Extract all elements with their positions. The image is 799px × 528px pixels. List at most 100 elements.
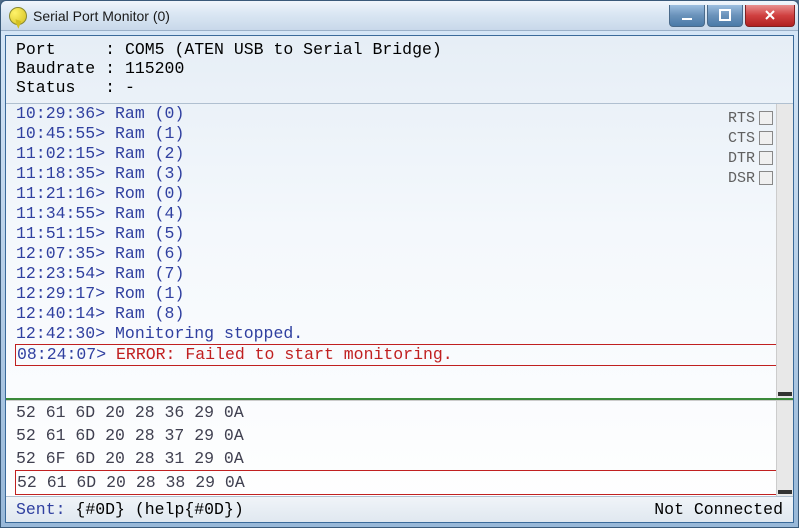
log-sep: > — [95, 264, 115, 283]
app-window: Serial Port Monitor (0) Port : COM5 (ATE… — [0, 0, 799, 528]
log-sep: > — [95, 244, 115, 263]
log-message: Ram (6) — [115, 244, 184, 263]
app-icon — [9, 7, 27, 25]
minimize-icon — [680, 8, 694, 22]
log-message: Monitoring stopped. — [115, 324, 303, 343]
log-line: 10:45:55> Ram (1) — [16, 124, 783, 144]
baud-label: Baudrate — [16, 59, 105, 78]
log-sep: > — [95, 284, 115, 303]
log-sep: > — [96, 345, 116, 364]
maximize-button[interactable] — [707, 5, 743, 27]
log-sep: > — [95, 104, 115, 123]
signal-panel: RTS CTS DTR DSR — [728, 108, 773, 188]
log-message: Ram (3) — [115, 164, 184, 183]
rts-row: RTS — [728, 108, 773, 128]
log-sep: > — [95, 224, 115, 243]
log-message: Ram (7) — [115, 264, 184, 283]
log-timestamp: 12:40:14 — [16, 304, 95, 323]
close-button[interactable] — [745, 5, 795, 27]
log-sep: > — [95, 324, 115, 343]
hex-scrollbar[interactable] — [776, 401, 793, 496]
connection-info: Port : COM5 (ATEN USB to Serial Bridge) … — [6, 36, 793, 104]
baud-row: Baudrate : 115200 — [16, 59, 783, 78]
log-line: 11:18:35> Ram (3) — [16, 164, 783, 184]
log-message: Ram (0) — [115, 104, 184, 123]
log-timestamp: 08:24:07 — [17, 345, 96, 364]
log-sep: > — [95, 184, 115, 203]
log-timestamp: 12:07:35 — [16, 244, 95, 263]
titlebar[interactable]: Serial Port Monitor (0) — [1, 1, 798, 31]
log-sep: > — [95, 204, 115, 223]
close-icon — [763, 8, 777, 22]
log-line: 11:51:15> Ram (5) — [16, 224, 783, 244]
log-message: Rom (1) — [115, 284, 184, 303]
log-sep: > — [95, 124, 115, 143]
log-line: 10:29:36> Ram (0) — [16, 104, 783, 124]
log-timestamp: 12:42:30 — [16, 324, 95, 343]
log-area[interactable]: 10:29:36> Ram (0)10:45:55> Ram (1)11:02:… — [6, 104, 793, 400]
log-scrollbar[interactable] — [776, 104, 793, 398]
minimize-button[interactable] — [669, 5, 705, 27]
cts-label: CTS — [728, 130, 755, 147]
status-row: Status : - — [16, 78, 783, 97]
scrollbar-mark — [778, 490, 792, 494]
log-timestamp: 12:29:17 — [16, 284, 95, 303]
baud-value: 115200 — [125, 59, 184, 78]
port-row: Port : COM5 (ATEN USB to Serial Bridge) — [16, 40, 783, 59]
hex-area[interactable]: 52 61 6D 20 28 36 29 0A52 61 6D 20 28 37… — [6, 400, 793, 496]
log-sep: > — [95, 304, 115, 323]
maximize-icon — [718, 8, 732, 22]
sent-value: {#0D} (help{#0D}) — [75, 500, 243, 519]
log-lines: 10:29:36> Ram (0)10:45:55> Ram (1)11:02:… — [6, 104, 793, 366]
cts-row: CTS — [728, 128, 773, 148]
dsr-label: DSR — [728, 170, 755, 187]
sent-label: Sent: — [16, 500, 66, 519]
log-line: 12:07:35> Ram (6) — [16, 244, 783, 264]
log-line: 12:23:54> Ram (7) — [16, 264, 783, 284]
hex-line: 52 61 6D 20 28 38 29 0A — [15, 470, 784, 495]
dtr-row: DTR — [728, 148, 773, 168]
window-title: Serial Port Monitor (0) — [33, 8, 667, 24]
log-timestamp: 10:29:36 — [16, 104, 95, 123]
log-message: ERROR: Failed to start monitoring. — [116, 345, 453, 364]
log-timestamp: 11:18:35 — [16, 164, 95, 183]
window-controls — [667, 5, 795, 27]
hex-lines: 52 61 6D 20 28 36 29 0A52 61 6D 20 28 37… — [6, 401, 793, 495]
log-timestamp: 11:02:15 — [16, 144, 95, 163]
log-timestamp: 12:23:54 — [16, 264, 95, 283]
hex-line: 52 61 6D 20 28 37 29 0A — [16, 424, 783, 447]
log-line: 08:24:07> ERROR: Failed to start monitor… — [15, 344, 784, 366]
dsr-row: DSR — [728, 168, 773, 188]
dtr-label: DTR — [728, 150, 755, 167]
log-message: Ram (2) — [115, 144, 184, 163]
hex-line: 52 61 6D 20 28 36 29 0A — [16, 401, 783, 424]
dsr-checkbox[interactable] — [759, 171, 773, 185]
log-timestamp: 10:45:55 — [16, 124, 95, 143]
log-timestamp: 11:34:55 — [16, 204, 95, 223]
log-line: 11:02:15> Ram (2) — [16, 144, 783, 164]
status-left: Sent: {#0D} (help{#0D}) — [16, 500, 654, 519]
status-label: Status — [16, 78, 105, 97]
status-value: - — [125, 78, 135, 97]
log-wrap: 10:29:36> Ram (0)10:45:55> Ram (1)11:02:… — [6, 104, 793, 496]
dtr-checkbox[interactable] — [759, 151, 773, 165]
log-sep: > — [95, 164, 115, 183]
log-line: 12:29:17> Rom (1) — [16, 284, 783, 304]
log-message: Rom (0) — [115, 184, 184, 203]
rts-checkbox[interactable] — [759, 111, 773, 125]
log-line: 12:42:30> Monitoring stopped. — [16, 324, 783, 344]
cts-checkbox[interactable] — [759, 131, 773, 145]
statusbar: Sent: {#0D} (help{#0D}) Not Connected — [6, 496, 793, 522]
log-timestamp: 11:21:16 — [16, 184, 95, 203]
log-message: Ram (8) — [115, 304, 184, 323]
connection-status: Not Connected — [654, 500, 783, 519]
log-message: Ram (1) — [115, 124, 184, 143]
log-line: 12:40:14> Ram (8) — [16, 304, 783, 324]
client-area: Port : COM5 (ATEN USB to Serial Bridge) … — [5, 35, 794, 523]
rts-label: RTS — [728, 110, 755, 127]
log-timestamp: 11:51:15 — [16, 224, 95, 243]
log-line: 11:21:16> Rom (0) — [16, 184, 783, 204]
log-message: Ram (5) — [115, 224, 184, 243]
port-value: COM5 (ATEN USB to Serial Bridge) — [125, 40, 442, 59]
log-line: 11:34:55> Ram (4) — [16, 204, 783, 224]
